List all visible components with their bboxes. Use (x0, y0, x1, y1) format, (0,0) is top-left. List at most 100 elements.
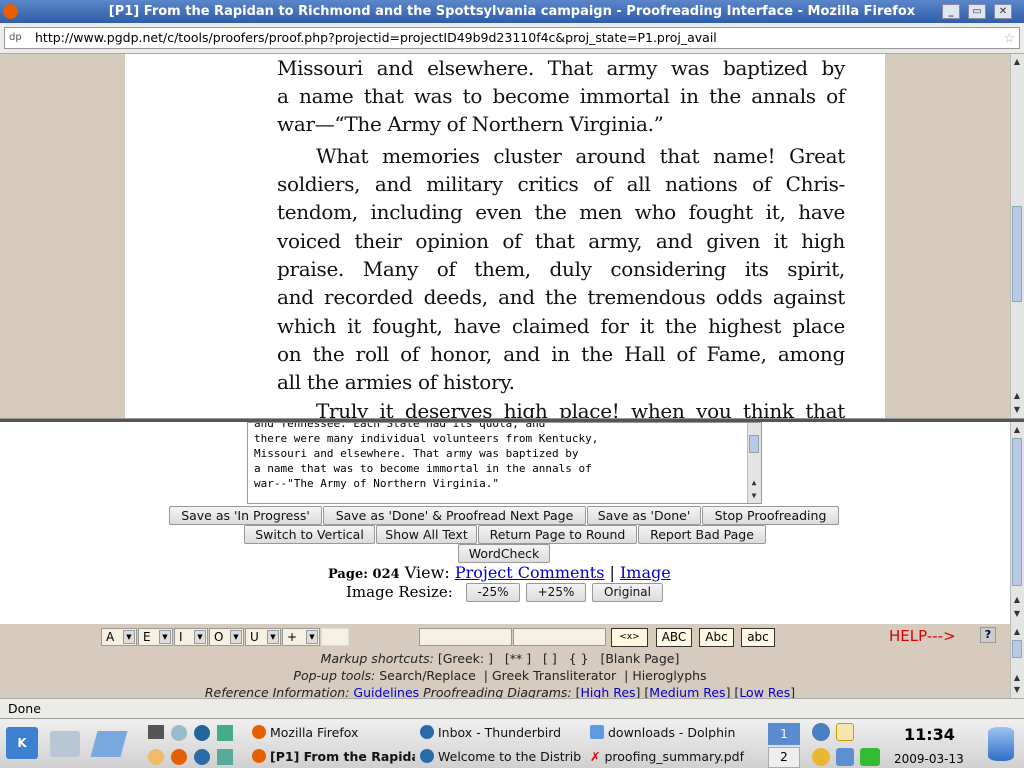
character-input[interactable] (321, 628, 349, 646)
bookmark-star-icon[interactable]: ☆ (1004, 28, 1015, 48)
desktop-1-button[interactable]: 1 (768, 723, 800, 745)
save-done-button[interactable]: Save as 'Done' (587, 506, 701, 525)
clock-date[interactable]: 2009-03-13 (894, 752, 964, 766)
close-button[interactable]: ✕ (994, 4, 1012, 19)
scan-text-line: all the armies of history. (277, 370, 515, 394)
scan-text-line: voiced their opinion of that army, and g… (277, 229, 845, 253)
page-number: Page: 024 (328, 567, 400, 582)
firefox-icon (252, 725, 266, 739)
editor-icon[interactable] (90, 731, 128, 757)
markup-shortcuts: Markup shortcuts: [Greek: ] [** ] [ ] { … (320, 651, 680, 666)
image-resize-label: Image Resize: (346, 583, 453, 601)
uppercase-button[interactable]: ABC (656, 628, 692, 647)
terminal-icon[interactable] (148, 725, 164, 739)
task-pdf[interactable]: ✗ proofing_summary.pdf (590, 749, 760, 764)
lock-icon[interactable] (812, 748, 830, 766)
kopete-icon[interactable] (171, 725, 187, 741)
medium-res-link[interactable]: Medium Res (649, 685, 725, 698)
task-thunderbird-welcome[interactable]: Welcome to the Distrib (420, 749, 585, 764)
high-res-link[interactable]: High Res (581, 685, 636, 698)
scan-text-line: What memories cluster around that name! … (316, 144, 845, 168)
maximize-button[interactable]: ▭ (968, 4, 986, 19)
resize-original-button[interactable]: Original (592, 583, 663, 602)
konqueror-icon[interactable] (194, 725, 210, 741)
report-bad-page-button[interactable]: Report Bad Page (638, 525, 766, 544)
accent-select-plus[interactable]: + ▼ (282, 628, 320, 646)
accent-select-a[interactable]: A ▼ (101, 628, 137, 646)
low-res-link[interactable]: Low Res (739, 685, 790, 698)
guidelines-link[interactable]: Guidelines (353, 685, 419, 698)
save-in-progress-button[interactable]: Save as 'In Progress' (169, 506, 322, 525)
wordcheck-button[interactable]: WordCheck (458, 544, 550, 563)
wifi-signal-icon[interactable] (836, 748, 854, 766)
show-all-text-button[interactable]: Show All Text (376, 525, 477, 544)
popup-tool-items[interactable]: Search/Replace | Greek Transliterator | … (379, 668, 706, 683)
accent-select-e[interactable]: E ▼ (138, 628, 173, 646)
text-line: and Tennessee. Each State had its quota,… (254, 422, 546, 430)
accent-select-i[interactable]: I ▼ (174, 628, 208, 646)
thunderbird-icon (420, 725, 434, 739)
image-scrollbar[interactable]: ▲ ▲ ▼ (1010, 54, 1024, 418)
desktop-2-button[interactable]: 2 (768, 747, 800, 768)
help-label: HELP---> (889, 627, 956, 645)
resize-plus-button[interactable]: +25% (526, 583, 586, 602)
volume-icon[interactable] (812, 723, 830, 741)
folder-icon (590, 725, 604, 739)
clock-time[interactable]: 11:34 (904, 725, 955, 744)
resize-minus-button[interactable]: -25% (466, 583, 520, 602)
url-field[interactable]: dp http://www.pgdp.net/c/tools/proofers/… (4, 27, 1020, 49)
project-comments-link[interactable]: Project Comments (455, 563, 605, 582)
battery-icon[interactable] (860, 748, 880, 766)
network-icon[interactable] (217, 725, 233, 741)
scan-text-line: which it fought, have claimed for it the… (277, 314, 845, 338)
package-icon[interactable] (148, 749, 164, 765)
task-dolphin[interactable]: downloads - Dolphin (590, 725, 760, 740)
popup-tools: Pop-up tools: Search/Replace | Greek Tra… (293, 668, 707, 683)
accent-select-o[interactable]: O ▼ (209, 628, 244, 646)
klipper-icon[interactable] (836, 723, 854, 741)
task-thunderbird-inbox[interactable]: Inbox - Thunderbird (420, 725, 585, 740)
proofreading-textarea[interactable]: and Tennessee. Each State had its quota,… (247, 422, 762, 504)
accent-select-u[interactable]: U ▼ (245, 628, 281, 646)
thunderbird-launcher-icon[interactable] (194, 749, 210, 765)
system-icon[interactable] (50, 731, 80, 757)
text-line: Missouri and elsewhere. That army was ba… (254, 447, 579, 460)
scan-text-line: praise. Many of them, duly considering i… (277, 257, 845, 281)
scan-text-line: Missouri and elsewhere. That army was ba… (277, 56, 845, 80)
reference-info: Reference Information: Guidelines Proofr… (204, 685, 796, 698)
scan-text-line: on the roll of honor, and in the Hall of… (277, 342, 845, 366)
thunderbird-icon (420, 749, 434, 763)
task-firefox[interactable]: Mozilla Firefox (252, 725, 412, 740)
lowercase-button[interactable]: abc (741, 628, 775, 647)
titlecase-button[interactable]: Abc (699, 628, 734, 647)
page-info: Page: 024 View: Project Comments | Image (328, 563, 671, 582)
remove-markup-button[interactable]: <x> (611, 628, 648, 647)
textarea-scrollbar[interactable]: ▲ ▼ (747, 423, 761, 503)
scan-text-line: tendom, including even the men who fough… (277, 200, 845, 224)
help-icon[interactable]: ? (980, 627, 996, 643)
trash-icon[interactable] (988, 727, 1014, 761)
toolbox-scrollbar[interactable]: ▲ ▲ ▼ (1010, 624, 1024, 698)
scan-text-line: war—“The Army of Northern Virginia.” (277, 112, 664, 136)
switch-vertical-button[interactable]: Switch to Vertical (244, 525, 375, 544)
firefox-icon (3, 4, 18, 19)
markup-input-1[interactable] (419, 628, 512, 646)
markup-input-2[interactable] (513, 628, 606, 646)
markup-shortcut-items[interactable]: [Greek: ] [** ] [ ] { } [Blank Page] (438, 651, 679, 666)
image-link[interactable]: Image (620, 563, 671, 582)
desktop-icon[interactable] (217, 749, 233, 765)
minimize-button[interactable]: _ (942, 4, 960, 19)
firefox-launcher-icon[interactable] (171, 749, 187, 765)
stop-proofreading-button[interactable]: Stop Proofreading (702, 506, 839, 525)
scan-text-line: a name that was to become immortal in th… (277, 84, 845, 108)
kde-menu-icon[interactable]: K (6, 727, 38, 759)
text-line: a name that was to become immortal in th… (254, 462, 592, 475)
kde-taskbar: K Mozilla Firefox Inbox - Thunderbird do… (0, 718, 1024, 768)
text-frame-scrollbar[interactable]: ▲ ▲ ▼ (1010, 422, 1024, 624)
view-label: View: (404, 563, 450, 582)
url-text: http://www.pgdp.net/c/tools/proofers/pro… (35, 30, 717, 45)
task-proofreading-window[interactable]: [P1] From the Rapida (252, 749, 415, 764)
save-done-next-button[interactable]: Save as 'Done' & Proofread Next Page (323, 506, 586, 525)
window-title-bar: [P1] From the Rapidan to Richmond and th… (0, 0, 1024, 23)
return-page-button[interactable]: Return Page to Round (478, 525, 637, 544)
